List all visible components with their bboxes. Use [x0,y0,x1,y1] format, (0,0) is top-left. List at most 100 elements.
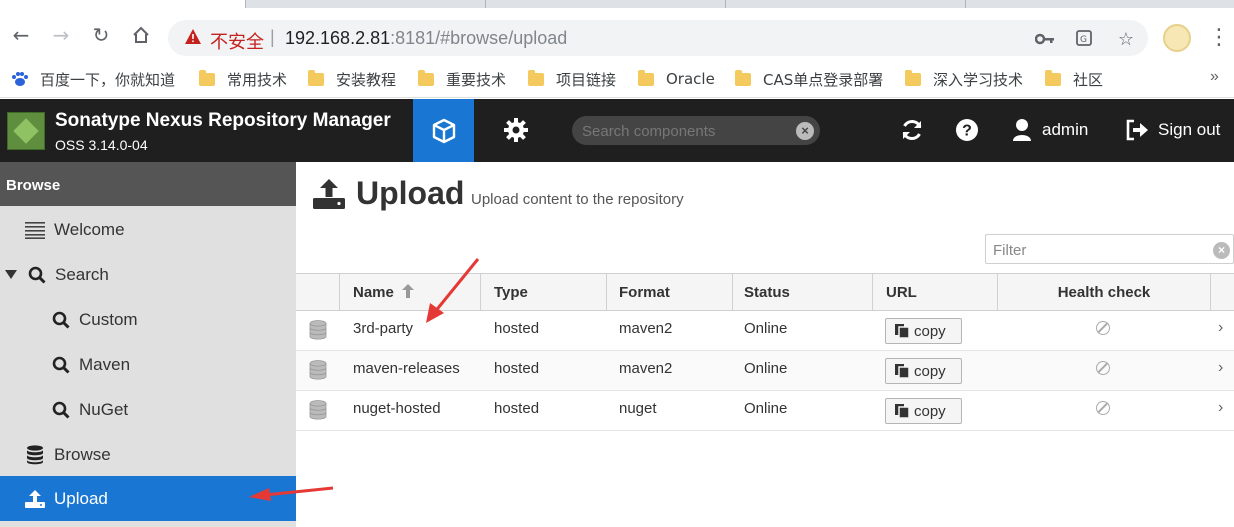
sidebar-item-label: Custom [79,309,138,329]
profile-avatar[interactable] [1163,24,1191,52]
copy-url-button[interactable]: copy [885,318,962,344]
table-row[interactable]: maven-releases hosted maven2 Online copy… [296,351,1234,391]
browser-tab-strip [0,0,1234,8]
sidebar-item-welcome[interactable]: Welcome [0,207,296,252]
bookmark-label: 安装教程 [336,70,397,89]
caret-down-icon[interactable] [3,265,19,285]
column-header-name[interactable]: Name [340,274,481,311]
table-row[interactable]: 3rd-party hosted maven2 Online copy › [296,311,1234,351]
app-title: Sonatype Nexus Repository Manager [55,110,391,131]
cell-format: maven2 [619,320,673,337]
copy-url-button[interactable]: copy [885,358,962,384]
cell-status: Online [744,360,788,377]
list-icon [25,220,45,240]
column-header-type[interactable]: Type [481,274,607,311]
main-panel: Upload Upload content to the repository … [296,162,1234,527]
sidebar-item-maven[interactable]: Maven [0,342,296,387]
home-icon[interactable] [128,22,154,48]
bookmark-folder[interactable]: 常用技术 [199,69,287,89]
bookmark-folder[interactable]: CAS单点登录部署 [735,69,883,89]
clear-filter-icon[interactable]: × [1213,242,1230,259]
component-search: × [572,116,820,145]
bookmark-folder[interactable]: 重要技术 [418,69,506,89]
grid-header: Name Type Format Status URL Health check [296,273,1234,311]
chevron-right-icon[interactable]: › [1218,399,1223,417]
chevron-right-icon[interactable]: › [1218,359,1223,377]
column-header-status[interactable]: Status [733,274,873,311]
app-version: OSS 3.14.0-04 [55,137,148,153]
sign-out-icon[interactable] [1123,116,1151,144]
folder-icon [1045,69,1061,86]
bookmarks-bar: 百度一下，你就知道 常用技术 安装教程 重要技术 项目链接 Oracle CAS… [0,60,1234,98]
user-name[interactable]: admin [1042,120,1088,140]
sidebar-item-nuget[interactable]: NuGet [0,387,296,432]
help-icon[interactable]: ? [953,116,981,144]
search-icon [51,355,71,375]
bookmark-label: 重要技术 [446,70,507,89]
sidebar-item-custom[interactable]: Custom [0,297,296,342]
key-icon[interactable] [1034,28,1056,50]
search-icon [51,400,71,420]
page-title: Upload [356,175,465,211]
search-components-input[interactable] [582,121,792,141]
filter-input[interactable] [993,241,1203,259]
bookmark-folder[interactable]: 深入学习技术 [905,69,1023,89]
refresh-icon[interactable] [898,116,926,144]
health-check-disabled-icon [1096,361,1110,375]
bookmark-label: CAS单点登录部署 [763,70,884,89]
url-text: 192.168.2.81:8181/#browse/upload [285,28,567,49]
sign-out-link[interactable]: Sign out [1158,120,1220,140]
repository-icon [309,400,327,420]
column-header-health-check[interactable]: Health check [998,274,1211,311]
sidebar-item-label: Search [55,264,109,284]
copy-url-button[interactable]: copy [885,398,962,424]
upload-icon [25,489,45,509]
filter-box: × [985,234,1234,264]
clear-search-icon[interactable]: × [796,122,814,140]
sidebar-item-browse[interactable]: Browse [0,432,296,477]
copy-label: copy [914,402,946,420]
star-icon[interactable]: ☆ [1115,28,1137,50]
nexus-logo[interactable] [7,112,45,150]
user-icon[interactable] [1008,116,1036,144]
url-divider: | [270,27,275,47]
folder-icon [308,69,324,86]
bookmark-folder[interactable]: 社区 [1045,69,1103,89]
browse-mode-button[interactable] [413,99,474,162]
url-path: :8181/#browse/upload [390,28,568,48]
table-row[interactable]: nuget-hosted hosted nuget Online copy › [296,391,1234,431]
bookmark-folder[interactable]: 项目链接 [528,69,616,89]
svg-text:G: G [1080,35,1087,45]
menu-kebab-icon[interactable]: ⋮ [1208,22,1230,52]
cell-status: Online [744,320,788,337]
sidebar-item-label: Browse [54,444,111,464]
forward-icon[interactable]: → [48,22,74,48]
health-check-disabled-icon [1096,321,1110,335]
translate-icon[interactable]: G [1074,28,1096,50]
page-subtitle: Upload content to the repository [471,191,684,208]
reload-icon[interactable]: ↻ [88,22,114,48]
insecure-label: 不安全 [210,32,264,53]
bookmark-label: 社区 [1073,70,1104,89]
sidebar-item-label: Upload [54,488,108,508]
bookmark-folder[interactable]: Oracle [638,69,715,89]
address-bar[interactable]: 不安全 | 192.168.2.81:8181/#browse/upload G… [168,20,1148,56]
bookmark-label: 项目链接 [556,70,617,89]
sidebar-item-search[interactable]: Search [0,252,296,297]
cell-name: maven-releases [353,360,460,377]
bookmark-folder[interactable]: 安装教程 [308,69,396,89]
bookmarks-overflow-icon[interactable]: » [1210,68,1219,86]
cell-format: maven2 [619,360,673,377]
chevron-right-icon[interactable]: › [1218,319,1223,337]
back-icon[interactable]: ← [8,22,34,48]
column-header-format[interactable]: Format [607,274,733,311]
sidebar-item-upload[interactable]: Upload [0,476,296,521]
column-header-url[interactable]: URL [873,274,998,311]
repository-icon [309,360,327,380]
health-check-disabled-icon [1096,401,1110,415]
active-tab[interactable] [0,0,245,8]
admin-gear-icon[interactable] [503,117,529,143]
bookmark-item[interactable]: 百度一下，你就知道 [10,69,175,89]
sidebar-item-label: NuGet [79,399,129,419]
browser-toolbar: ← → ↻ 不安全 | 192.168.2.81:8181/#browse/up… [0,8,1234,60]
